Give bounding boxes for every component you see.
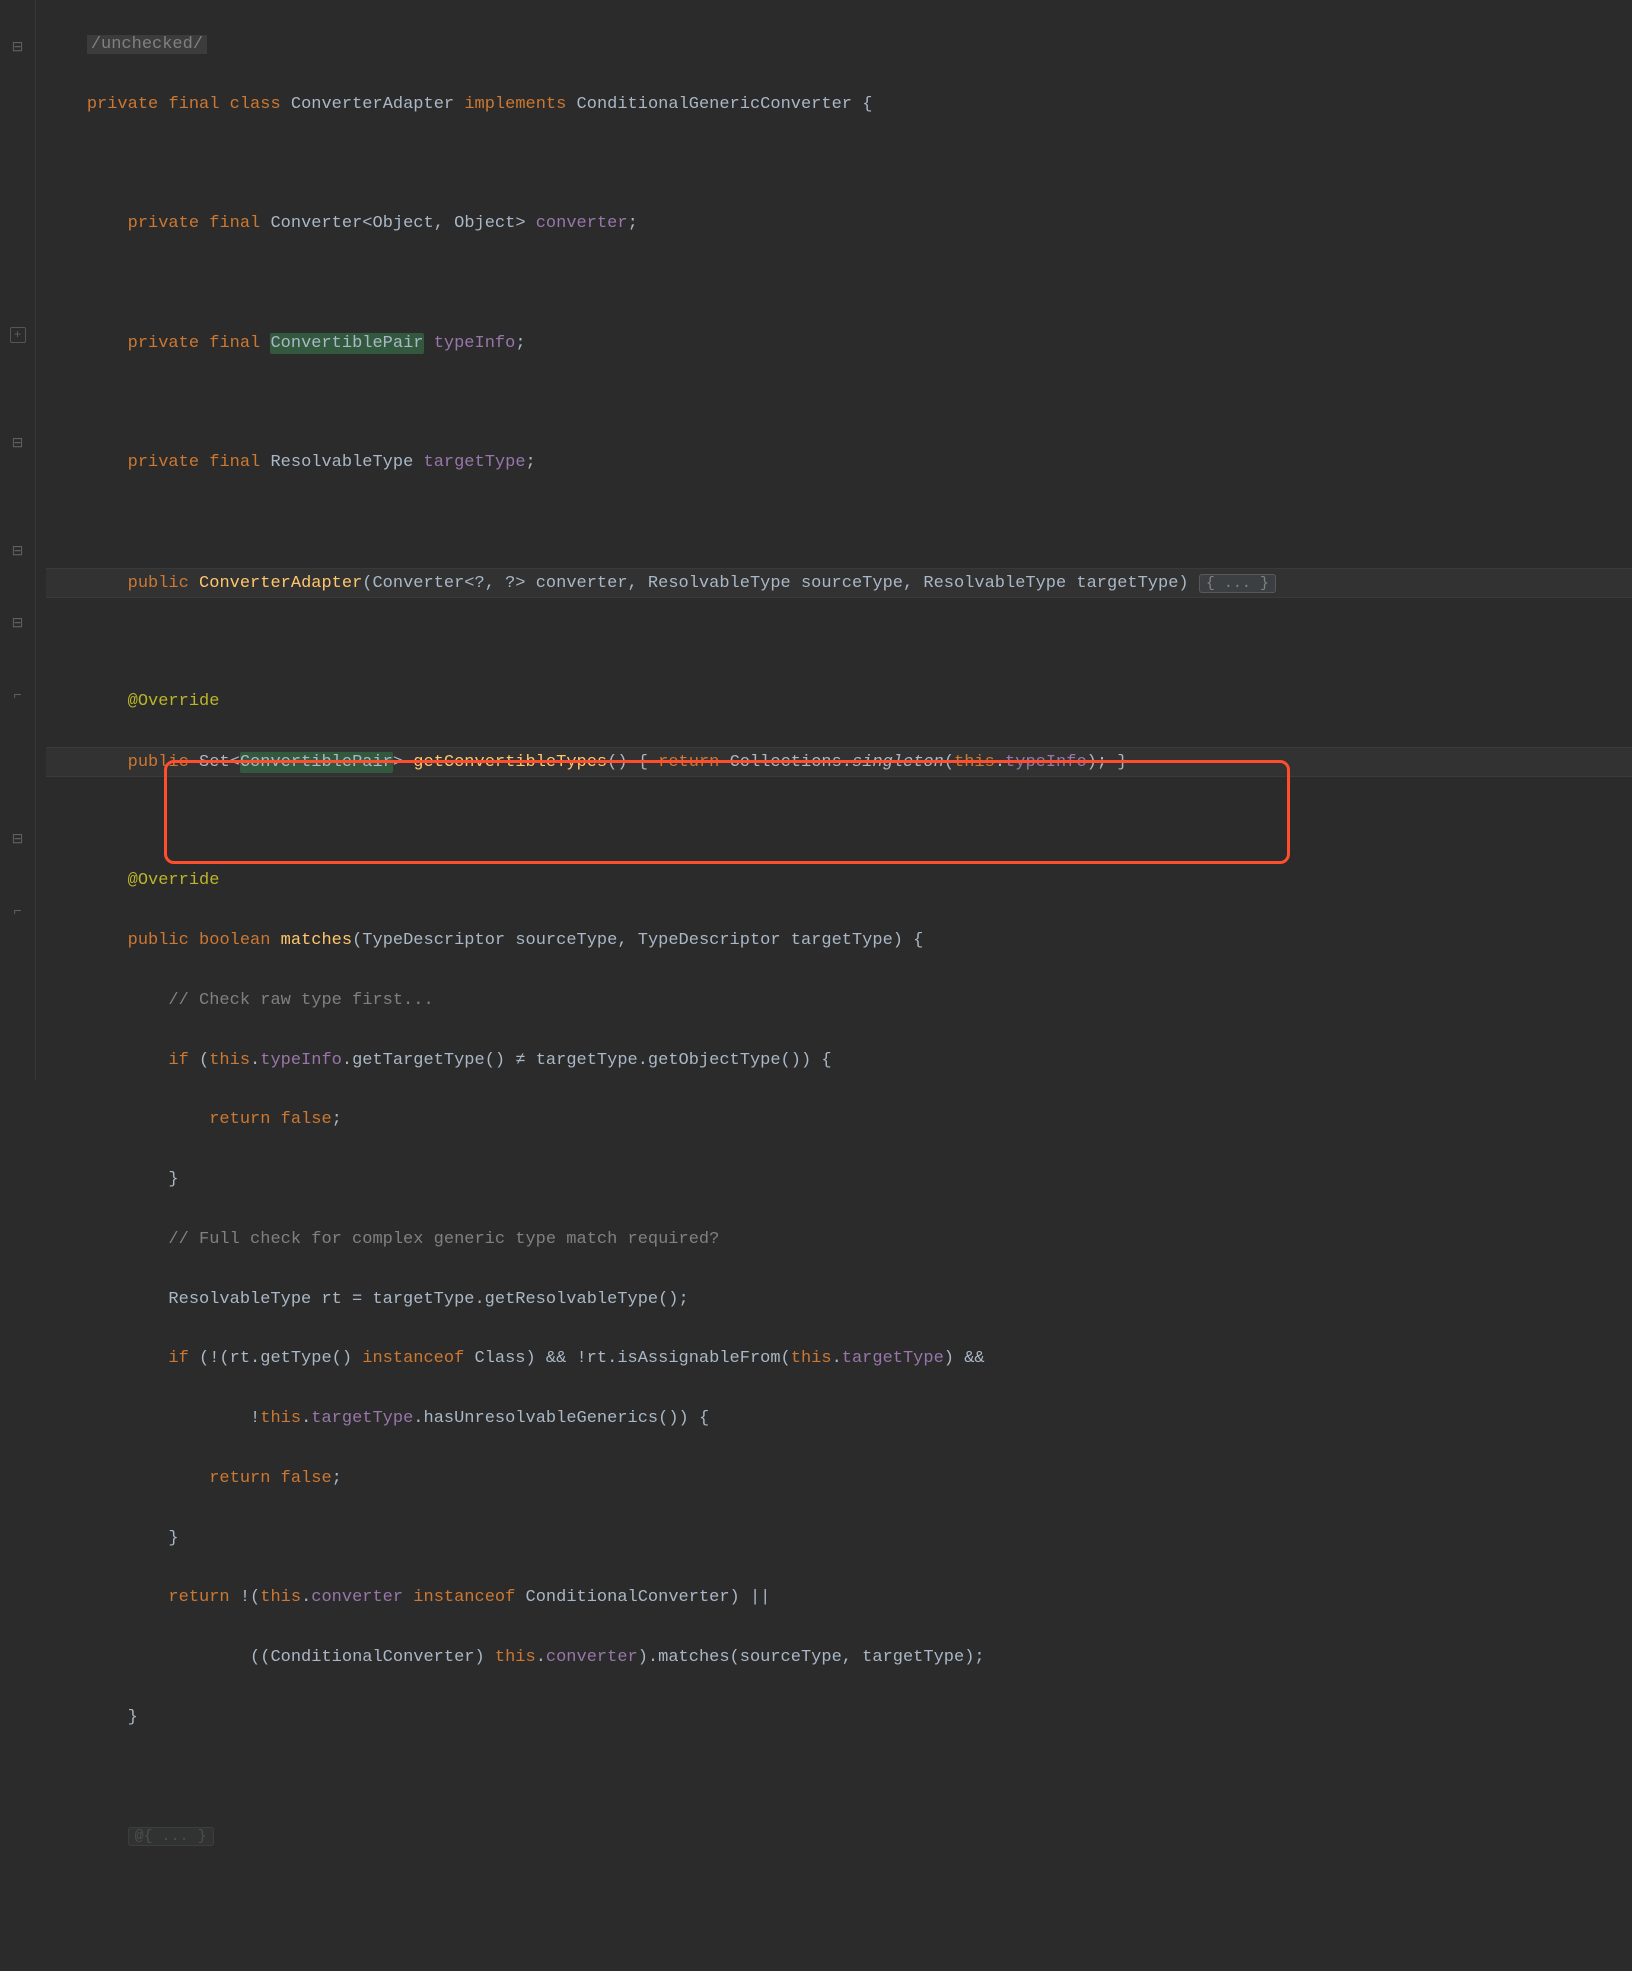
code-line[interactable]: return false;: [46, 1464, 1632, 1494]
fold-minus-icon[interactable]: ⊟: [12, 432, 24, 457]
code-line[interactable]: private final Converter<Object, Object> …: [46, 209, 1632, 239]
code-line[interactable]: public boolean matches(TypeDescriptor so…: [46, 926, 1632, 956]
fold-plus-icon[interactable]: +: [10, 327, 26, 343]
code-line[interactable]: @Override: [46, 866, 1632, 896]
code-line-blank[interactable]: [46, 508, 1632, 538]
code-line[interactable]: public ConverterAdapter(Converter<?, ?> …: [46, 568, 1632, 598]
fold-minus-icon[interactable]: ⊟: [12, 36, 24, 61]
code-line[interactable]: }: [46, 1165, 1632, 1195]
fold-minus-icon[interactable]: ⊟: [12, 612, 24, 637]
code-line-blank[interactable]: [46, 627, 1632, 657]
code-line[interactable]: private final class ConverterAdapter imp…: [46, 90, 1632, 120]
code-line[interactable]: !this.targetType.hasUnresolvableGenerics…: [46, 1404, 1632, 1434]
fold-minus-icon[interactable]: ⊟: [12, 540, 24, 565]
code-line[interactable]: // Full check for complex generic type m…: [46, 1225, 1632, 1255]
annotation: @Override: [128, 692, 220, 711]
code-line[interactable]: // Check raw type first...: [46, 986, 1632, 1016]
code-line[interactable]: if (!(rt.getType() instanceof Class) && …: [46, 1344, 1632, 1374]
gutter[interactable]: ⊟ + ⊟ ⊟ ⊟ ⌐ ⊟ ⌐: [0, 0, 36, 1080]
code-area[interactable]: /unchecked/ private final class Converte…: [36, 0, 1632, 1080]
code-line[interactable]: }: [46, 1703, 1632, 1733]
code-line[interactable]: private final ResolvableType targetType;: [46, 448, 1632, 478]
code-line-blank[interactable]: [46, 807, 1632, 837]
code-line[interactable]: ((ConditionalConverter) this.converter).…: [46, 1643, 1632, 1673]
code-line[interactable]: return false;: [46, 1105, 1632, 1135]
fold-minus-icon[interactable]: ⊟: [12, 828, 24, 853]
folded-block[interactable]: { ... }: [1199, 574, 1276, 593]
type-usage-highlight: ConvertiblePair: [270, 333, 423, 354]
code-line[interactable]: public Set<ConvertiblePair> getConvertib…: [46, 747, 1632, 777]
code-line[interactable]: @Override: [46, 687, 1632, 717]
fold-end-icon[interactable]: ⌐: [13, 684, 21, 709]
code-line[interactable]: @{ ... }: [46, 1822, 1632, 1852]
code-line[interactable]: ResolvableType rt = targetType.getResolv…: [46, 1285, 1632, 1315]
folded-block[interactable]: @{ ... }: [128, 1827, 214, 1846]
code-line[interactable]: return !(this.converter instanceof Condi…: [46, 1583, 1632, 1613]
code-line-blank[interactable]: [46, 388, 1632, 418]
code-line-blank[interactable]: [46, 1763, 1632, 1793]
annotation: @Override: [128, 871, 220, 890]
code-editor: ⊟ + ⊟ ⊟ ⊟ ⌐ ⊟ ⌐ /unchecked/ private fina…: [0, 0, 1632, 1080]
type-usage-highlight: ConvertiblePair: [240, 752, 393, 773]
suppress-comment: /unchecked/: [87, 35, 207, 54]
code-line-blank[interactable]: [46, 149, 1632, 179]
code-line-blank[interactable]: [46, 269, 1632, 299]
code-line[interactable]: private final ConvertiblePair typeInfo;: [46, 329, 1632, 359]
fold-end-icon[interactable]: ⌐: [13, 900, 21, 925]
code-line[interactable]: if (this.typeInfo.getTargetType() ≠ targ…: [46, 1046, 1632, 1076]
code-line[interactable]: }: [46, 1524, 1632, 1554]
code-line[interactable]: /unchecked/: [46, 30, 1632, 60]
